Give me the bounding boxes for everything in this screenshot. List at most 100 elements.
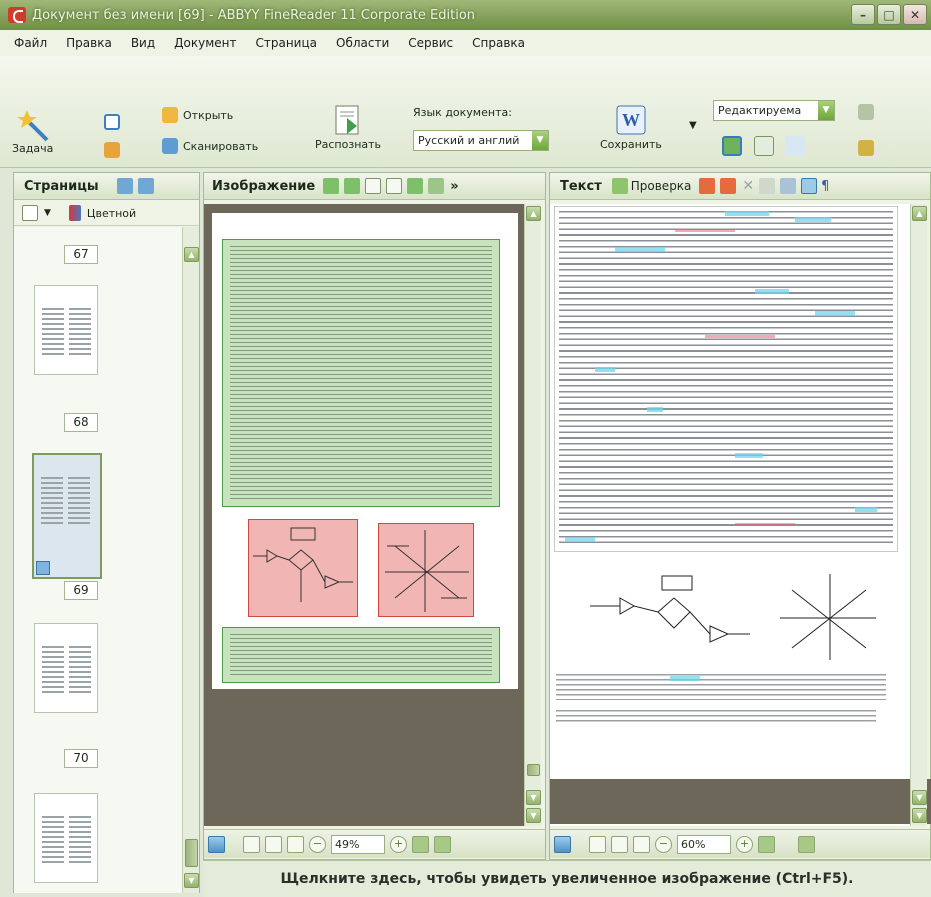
- recognize-button[interactable]: Распознать: [315, 102, 381, 151]
- scroll-thumb[interactable]: [185, 839, 198, 867]
- save-mode-select[interactable]: Редактируема ▼: [713, 100, 835, 121]
- page-number[interactable]: 68: [64, 413, 98, 432]
- save-label: Сохранить: [600, 138, 662, 151]
- color-mode-label[interactable]: Цветной: [87, 207, 136, 220]
- paste-icon[interactable]: [780, 178, 797, 194]
- chevron-down-icon[interactable]: ▼: [44, 208, 51, 218]
- new-page-icon[interactable]: [22, 205, 38, 221]
- scroll-up-icon[interactable]: ▲: [184, 247, 199, 262]
- fit-width-icon[interactable]: [611, 835, 628, 853]
- recognized-text-block[interactable]: [554, 206, 898, 552]
- page-thumbnail[interactable]: [34, 285, 98, 375]
- scroll-up-icon[interactable]: ▲: [526, 206, 541, 221]
- prev-error-icon[interactable]: [699, 178, 716, 194]
- next-error-icon[interactable]: [720, 178, 737, 194]
- page-number[interactable]: 70: [64, 749, 98, 768]
- prev-page-icon[interactable]: [758, 835, 775, 853]
- new-document-icon[interactable]: [104, 114, 120, 130]
- prev-page-icon[interactable]: [412, 835, 429, 853]
- options-icon[interactable]: [785, 136, 805, 156]
- caption-area-zone[interactable]: [222, 627, 500, 683]
- pages-scrollbar[interactable]: ▲ ▼: [182, 227, 199, 893]
- scroll-down-icon[interactable]: ▼: [912, 790, 927, 805]
- scroll-page-down-icon[interactable]: ▼: [526, 808, 541, 823]
- uncertain-char-highlight: [670, 676, 700, 681]
- menu-tools[interactable]: Сервис: [408, 36, 453, 50]
- area-barcode-icon[interactable]: [386, 178, 403, 194]
- area-table-icon[interactable]: [365, 178, 382, 194]
- menu-view[interactable]: Вид: [131, 36, 155, 50]
- menu-areas[interactable]: Области: [336, 36, 389, 50]
- open-button[interactable]: Открыть: [162, 107, 233, 123]
- scroll-page-down-icon[interactable]: ▼: [912, 808, 927, 823]
- next-page-icon[interactable]: [434, 835, 451, 853]
- page-thumbnail[interactable]: [34, 623, 98, 713]
- menu-edit[interactable]: Правка: [66, 36, 112, 50]
- area-background-icon[interactable]: [407, 178, 424, 194]
- zoom-out-icon[interactable]: −: [655, 835, 672, 853]
- save-dropdown-icon[interactable]: ▼: [689, 120, 697, 131]
- image-title: Изображение: [212, 178, 316, 194]
- menu-file[interactable]: Файл: [14, 36, 47, 50]
- select-tool-icon[interactable]: [208, 835, 225, 853]
- doc-language-select[interactable]: Русский и англий ▼: [413, 130, 549, 151]
- menu-page[interactable]: Страница: [256, 36, 318, 50]
- area-text-icon[interactable]: [323, 178, 340, 194]
- image-view[interactable]: [204, 204, 524, 826]
- fit-width-icon[interactable]: [265, 835, 282, 853]
- scan-button[interactable]: Сканировать: [162, 138, 258, 154]
- image-scrollbar[interactable]: ▲ ▼ ▼: [524, 204, 541, 826]
- zoom-in-icon[interactable]: +: [736, 835, 753, 853]
- delete-icon[interactable]: ✕: [742, 178, 754, 194]
- save-button[interactable]: W Сохранить: [600, 102, 662, 151]
- page-thumbnail[interactable]: [34, 793, 98, 883]
- pilcrow-icon[interactable]: ¶: [821, 179, 829, 194]
- more-tools-icon[interactable]: »: [450, 179, 458, 194]
- zoom-hint-text: Щелкните здесь, чтобы увидеть увеличенно…: [280, 871, 854, 887]
- maximize-button[interactable]: □: [877, 4, 901, 25]
- area-select-icon[interactable]: [428, 178, 445, 194]
- text-editor[interactable]: [550, 204, 910, 826]
- menu-help[interactable]: Справка: [472, 36, 525, 50]
- page-layout-icon[interactable]: [754, 136, 774, 156]
- actual-size-icon[interactable]: [287, 835, 304, 853]
- layout-icon[interactable]: [722, 136, 742, 156]
- recognized-footnote-lines: [556, 710, 876, 724]
- scroll-up-icon[interactable]: ▲: [912, 206, 927, 221]
- scroll-down-icon[interactable]: ▼: [184, 873, 199, 888]
- uncertain-char-highlight: [755, 289, 789, 294]
- page-thumbnail-selected[interactable]: [32, 453, 102, 579]
- next-page-icon[interactable]: [798, 835, 815, 853]
- fit-page-icon[interactable]: [243, 835, 260, 853]
- zoom-out-icon[interactable]: −: [309, 835, 326, 853]
- menu-document[interactable]: Документ: [174, 36, 236, 50]
- picture-area-zone[interactable]: [378, 523, 474, 617]
- uncertain-char-highlight: [565, 537, 595, 542]
- picture-area-zone[interactable]: [248, 519, 358, 617]
- image-zoom-select[interactable]: 49%: [331, 834, 385, 854]
- copy-document-icon[interactable]: [104, 142, 120, 158]
- fit-page-icon[interactable]: [589, 835, 606, 853]
- task-button[interactable]: Задача: [12, 106, 53, 155]
- text-scrollbar[interactable]: ▲ ▼ ▼: [910, 204, 927, 826]
- area-picture-icon[interactable]: [344, 178, 361, 194]
- minimize-button[interactable]: –: [851, 4, 875, 25]
- move-page-up-icon[interactable]: [116, 178, 133, 194]
- actual-size-icon[interactable]: [633, 835, 650, 853]
- select-tool-icon[interactable]: [554, 835, 571, 853]
- scroll-down-icon[interactable]: ▼: [526, 790, 541, 805]
- export-icon[interactable]: [858, 140, 874, 156]
- check-button[interactable]: Проверка: [631, 179, 692, 193]
- text-area-zone[interactable]: [222, 239, 500, 507]
- zoom-in-icon[interactable]: +: [390, 835, 407, 853]
- zoom-hint-bar[interactable]: Щелкните здесь, чтобы увидеть увеличенно…: [203, 860, 931, 897]
- text-mode-icon[interactable]: [801, 178, 818, 194]
- close-button[interactable]: ✕: [903, 4, 927, 25]
- page-number[interactable]: 67: [64, 245, 98, 264]
- copy-icon[interactable]: [759, 178, 776, 194]
- send-icon[interactable]: [858, 104, 874, 120]
- scroll-thumb[interactable]: [527, 764, 540, 776]
- text-zoom-select[interactable]: 60%: [677, 834, 731, 854]
- page-number-selected[interactable]: 69: [64, 581, 98, 600]
- move-page-down-icon[interactable]: [137, 178, 154, 194]
